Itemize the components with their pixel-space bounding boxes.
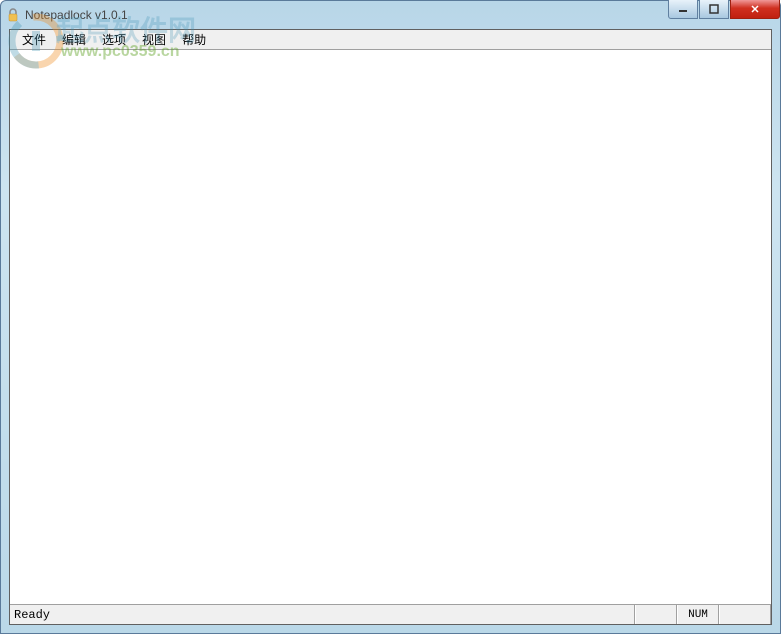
menu-view[interactable]: 视图 <box>134 29 174 50</box>
titlebar[interactable]: Notepadlock v1.0.1 <box>1 1 780 29</box>
app-icon <box>5 7 21 23</box>
menu-file[interactable]: 文件 <box>14 29 54 50</box>
status-cell-1 <box>635 605 677 624</box>
window-title: Notepadlock v1.0.1 <box>25 8 776 22</box>
status-ready: Ready <box>10 605 635 624</box>
close-button[interactable] <box>730 0 780 19</box>
content-area: 文件 编辑 选项 视图 帮助 Ready NUM <box>9 29 772 625</box>
status-numlock: NUM <box>677 605 719 624</box>
menu-options[interactable]: 选项 <box>94 29 134 50</box>
menu-help[interactable]: 帮助 <box>174 29 214 50</box>
status-cell-3 <box>719 605 771 624</box>
menu-edit[interactable]: 编辑 <box>54 29 94 50</box>
menubar: 文件 编辑 选项 视图 帮助 <box>10 30 771 50</box>
window-controls <box>668 0 780 19</box>
editor-textarea[interactable] <box>10 50 771 604</box>
minimize-button[interactable] <box>668 0 698 19</box>
statusbar: Ready NUM <box>10 604 771 624</box>
application-window: Notepadlock v1.0.1 文件 编辑 选项 视图 帮助 Ready … <box>0 0 781 634</box>
maximize-button[interactable] <box>699 0 729 19</box>
